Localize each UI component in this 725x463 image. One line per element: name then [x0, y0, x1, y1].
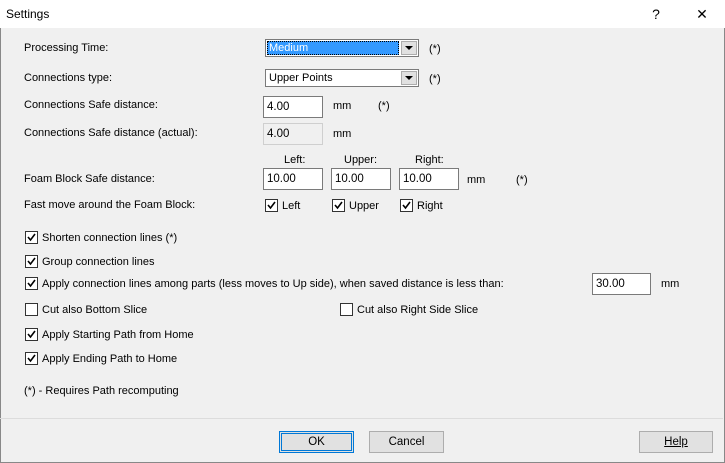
apply-among-checkbox[interactable] — [25, 277, 38, 290]
apply-among-unit: mm — [661, 278, 680, 290]
help-button[interactable]: Help — [639, 431, 713, 453]
cancel-button[interactable]: Cancel — [369, 431, 444, 453]
bottom-slice-label: Cut also Bottom Slice — [42, 304, 148, 316]
check-icon — [334, 201, 343, 210]
safe-distance-input[interactable]: 4.00 — [263, 96, 323, 118]
check-icon — [27, 279, 36, 288]
check-icon — [27, 257, 36, 266]
group-checkbox[interactable] — [25, 255, 38, 268]
foam-upper-input[interactable]: 10.00 — [331, 168, 391, 190]
fast-move-upper-checkbox[interactable] — [332, 199, 345, 212]
foam-block-label: Foam Block Safe distance: — [24, 173, 155, 185]
processing-time-label: Processing Time: — [24, 42, 109, 54]
connections-type-label: Connections type: — [24, 72, 113, 84]
start-home-checkbox[interactable] — [25, 328, 38, 341]
fast-move-right-label: Right — [417, 200, 443, 212]
check-icon — [27, 233, 36, 242]
safe-distance-actual-label: Connections Safe distance (actual): — [24, 127, 198, 139]
shorten-label: Shorten connection lines (*) — [42, 232, 178, 244]
apply-among-input[interactable]: 30.00 — [592, 273, 651, 295]
foam-left-header: Left: — [284, 154, 306, 166]
foam-upper-header: Upper: — [344, 154, 378, 166]
divider — [0, 418, 723, 419]
safe-distance-label: Connections Safe distance: — [24, 99, 158, 111]
fast-move-upper-label: Upper — [349, 200, 379, 212]
fast-move-left-label: Left — [282, 200, 301, 212]
chevron-down-icon[interactable] — [401, 71, 417, 85]
check-icon — [402, 201, 411, 210]
group-label: Group connection lines — [42, 256, 155, 268]
window-title: Settings — [6, 7, 50, 21]
connections-type-value: Upper Points — [269, 72, 333, 84]
foam-right-header: Right: — [415, 154, 444, 166]
footnote: (*) - Requires Path recomputing — [24, 385, 179, 397]
right-slice-label: Cut also Right Side Slice — [357, 304, 479, 316]
start-home-label: Apply Starting Path from Home — [42, 329, 194, 341]
processing-time-value: Medium — [267, 41, 399, 55]
fast-move-right-checkbox[interactable] — [400, 199, 413, 212]
chevron-down-icon[interactable] — [401, 41, 417, 55]
safe-distance-note: (*) — [378, 100, 390, 112]
processing-time-note: (*) — [429, 43, 441, 55]
safe-distance-actual-field: 4.00 — [263, 123, 323, 145]
foam-unit: mm — [467, 174, 486, 186]
check-icon — [267, 201, 276, 210]
fast-move-left-checkbox[interactable] — [265, 199, 278, 212]
foam-note: (*) — [516, 174, 528, 186]
right-slice-checkbox[interactable] — [340, 303, 353, 316]
connections-type-note: (*) — [429, 73, 441, 85]
settings-dialog — [0, 28, 725, 463]
shorten-checkbox[interactable] — [25, 231, 38, 244]
connections-type-select[interactable]: Upper Points — [265, 69, 419, 87]
processing-time-select[interactable]: Medium — [265, 39, 419, 57]
close-icon[interactable]: ✕ — [680, 0, 724, 28]
bottom-slice-checkbox[interactable] — [25, 303, 38, 316]
fast-move-label: Fast move around the Foam Block: — [24, 199, 196, 211]
title-bar: Settings ? ✕ — [0, 0, 725, 29]
apply-among-label: Apply connection lines among parts (less… — [42, 278, 504, 290]
end-home-checkbox[interactable] — [25, 352, 38, 365]
help-icon[interactable]: ? — [634, 0, 678, 28]
safe-distance-unit: mm — [333, 100, 352, 112]
foam-right-input[interactable]: 10.00 — [399, 168, 459, 190]
foam-left-input[interactable]: 10.00 — [263, 168, 323, 190]
safe-distance-actual-unit: mm — [333, 128, 352, 140]
check-icon — [27, 354, 36, 363]
check-icon — [27, 330, 36, 339]
end-home-label: Apply Ending Path to Home — [42, 353, 178, 365]
ok-button[interactable]: OK — [279, 431, 354, 453]
